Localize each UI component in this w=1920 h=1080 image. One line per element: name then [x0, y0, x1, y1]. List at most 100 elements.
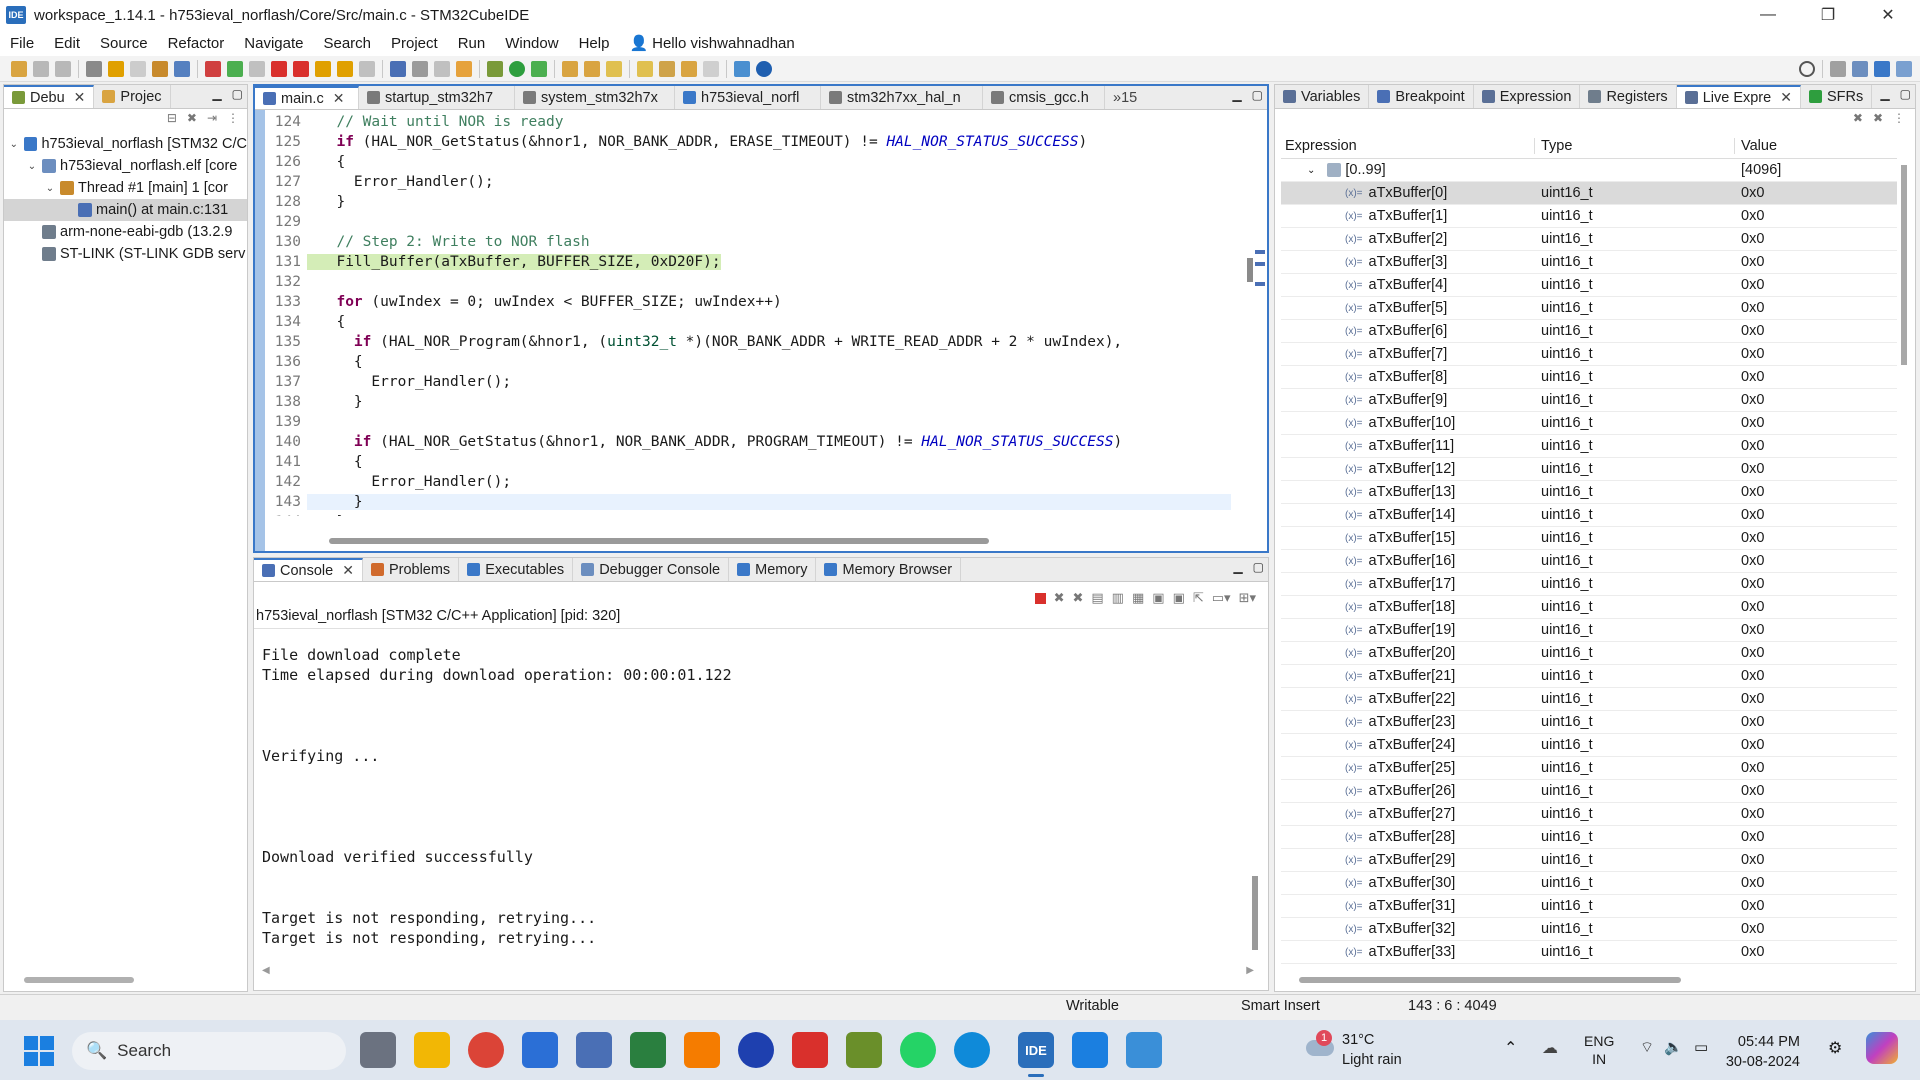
microsoft-store-icon[interactable] — [522, 1032, 558, 1068]
expand-toggle-icon[interactable]: ⌄ — [26, 161, 38, 172]
system-clock[interactable]: 05:44 PM 30-08-2024 — [1724, 1032, 1800, 1072]
expression-row[interactable]: (x)= aTxBuffer[6] uint16_t 0x0 — [1281, 320, 1897, 343]
expression-row[interactable]: (x)= aTxBuffer[25] uint16_t 0x0 — [1281, 757, 1897, 780]
weather-widget-icon[interactable]: 1 — [1302, 1030, 1336, 1064]
tab-cmsis-gcc-h[interactable]: cmsis_gcc.h — [983, 86, 1105, 109]
tab-h753ieval-norfl[interactable]: h753ieval_norfl — [675, 86, 821, 109]
status-insert-mode[interactable]: Smart Insert — [1241, 998, 1320, 1014]
expr-hscrollbar[interactable] — [1299, 977, 1681, 983]
volume-icon[interactable]: 🔈 — [1664, 1038, 1683, 1056]
run-icon[interactable] — [509, 60, 525, 77]
scroll-right-icon[interactable]: ▶ — [1246, 965, 1254, 976]
expression-row[interactable]: (x)= aTxBuffer[14] uint16_t 0x0 — [1281, 504, 1897, 527]
open-type-icon[interactable] — [562, 60, 578, 77]
close-window-button[interactable]: ✕ — [1860, 0, 1916, 30]
menu-run[interactable]: Run — [448, 35, 496, 52]
tab-registers[interactable]: Registers — [1580, 85, 1677, 108]
tab-expressions[interactable]: Expression — [1474, 85, 1581, 108]
menu-window[interactable]: Window — [495, 35, 568, 52]
tab-main-c[interactable]: main.c ✕ — [255, 86, 359, 109]
new-icon[interactable] — [11, 60, 27, 77]
code-line[interactable]: 141 { — [265, 452, 1231, 472]
expression-row[interactable]: (x)= aTxBuffer[26] uint16_t 0x0 — [1281, 780, 1897, 803]
info-icon[interactable] — [756, 60, 772, 77]
expression-row[interactable]: (x)= aTxBuffer[32] uint16_t 0x0 — [1281, 918, 1897, 941]
expression-row[interactable]: (x)= aTxBuffer[9] uint16_t 0x0 — [1281, 389, 1897, 412]
open-console-icon[interactable]: ⊞▾ — [1239, 590, 1256, 606]
windows-start-icon[interactable] — [24, 1036, 54, 1066]
menu-help[interactable]: Help — [569, 35, 620, 52]
tab-sfrs[interactable]: SFRs — [1801, 85, 1873, 108]
remove-expression-icon[interactable]: ✖ — [1853, 111, 1863, 125]
column-value[interactable]: Value — [1735, 138, 1777, 154]
tab-memory[interactable]: Memory — [729, 558, 817, 581]
search-toolbar-icon[interactable] — [606, 60, 622, 77]
code-line[interactable]: 143 } — [265, 492, 1231, 512]
code-line[interactable]: 128 } — [265, 192, 1231, 212]
expression-row[interactable]: (x)= aTxBuffer[0] uint16_t 0x0 — [1281, 182, 1897, 205]
expression-row[interactable]: (x)= aTxBuffer[27] uint16_t 0x0 — [1281, 803, 1897, 826]
view-menu-icon[interactable]: ⋮ — [227, 111, 239, 125]
expression-row[interactable]: (x)= aTxBuffer[11] uint16_t 0x0 — [1281, 435, 1897, 458]
perspective-debug-icon[interactable] — [1852, 60, 1868, 77]
tab-console[interactable]: Console ✕ — [254, 558, 363, 581]
menu-file[interactable]: File — [0, 35, 44, 52]
menu-source[interactable]: Source — [90, 35, 158, 52]
undo-icon[interactable] — [108, 60, 124, 77]
expression-group-row[interactable]: ⌄ [0..99] [4096] — [1281, 159, 1897, 182]
show-on-output-icon[interactable]: ▣ — [1152, 590, 1164, 606]
remove-terminated-icon[interactable]: ✖ — [187, 111, 197, 125]
minimize-view-icon[interactable]: ▁ — [1233, 560, 1242, 574]
open-perspective-icon[interactable] — [734, 60, 750, 77]
expression-row[interactable]: (x)= aTxBuffer[29] uint16_t 0x0 — [1281, 849, 1897, 872]
settings-gear-icon[interactable]: ⚙ — [1828, 1038, 1842, 1058]
chrome-icon[interactable] — [468, 1032, 504, 1068]
minimize-button[interactable]: — — [1740, 0, 1796, 30]
debug-tree-item[interactable]: ⌄ h753ieval_norflash [STM32 C/C — [4, 133, 247, 155]
menu-project[interactable]: Project — [381, 35, 448, 52]
expression-row[interactable]: (x)= aTxBuffer[15] uint16_t 0x0 — [1281, 527, 1897, 550]
code-line[interactable]: 140 if (HAL_NOR_GetStatus(&hnor1, NOR_BA… — [265, 432, 1231, 452]
resume-icon[interactable] — [227, 60, 243, 77]
file-explorer-icon[interactable] — [414, 1032, 450, 1068]
tab-live-expressions[interactable]: Live Expre ✕ — [1676, 85, 1801, 108]
tab-memory-browser[interactable]: Memory Browser — [816, 558, 962, 581]
tab-startup-stm32h7[interactable]: startup_stm32h7 — [359, 86, 515, 109]
expression-row[interactable]: (x)= aTxBuffer[31] uint16_t 0x0 — [1281, 895, 1897, 918]
task-view-icon[interactable] — [360, 1032, 396, 1068]
tab-overflow-indicator[interactable]: »15 — [1105, 86, 1145, 109]
menu-navigate[interactable]: Navigate — [234, 35, 313, 52]
debug-icon[interactable] — [487, 60, 503, 77]
battery-icon[interactable]: ▭ — [1694, 1038, 1708, 1056]
expression-row[interactable]: (x)= aTxBuffer[17] uint16_t 0x0 — [1281, 573, 1897, 596]
editor-vscroll-thumb[interactable] — [1247, 258, 1253, 282]
restart-icon[interactable] — [412, 60, 428, 77]
notes-app-icon[interactable] — [1072, 1032, 1108, 1068]
save-icon[interactable] — [33, 60, 49, 77]
close-tab-icon[interactable]: ✕ — [342, 562, 354, 579]
show-on-error-icon[interactable]: ▣ — [1173, 590, 1185, 606]
run-external-tools-icon[interactable] — [531, 60, 547, 77]
code-line[interactable]: 142 Error_Handler(); — [265, 472, 1231, 492]
expression-row[interactable]: (x)= aTxBuffer[12] uint16_t 0x0 — [1281, 458, 1897, 481]
column-type[interactable]: Type — [1535, 137, 1735, 154]
code-line[interactable]: 129 — [265, 212, 1231, 232]
expression-row[interactable]: (x)= aTxBuffer[24] uint16_t 0x0 — [1281, 734, 1897, 757]
step-return-icon[interactable] — [359, 60, 375, 77]
expression-row[interactable]: (x)= aTxBuffer[22] uint16_t 0x0 — [1281, 688, 1897, 711]
drop-frame-icon[interactable] — [434, 60, 450, 77]
language-indicator[interactable]: ENG IN — [1584, 1032, 1614, 1068]
code-line[interactable]: 126 { — [265, 152, 1231, 172]
editor-hscrollbar[interactable] — [329, 538, 989, 544]
expression-row[interactable]: (x)= aTxBuffer[4] uint16_t 0x0 — [1281, 274, 1897, 297]
debug-tree-item[interactable]: arm-none-eabi-gdb (13.2.9 — [4, 221, 247, 243]
copilot-icon[interactable] — [1866, 1032, 1898, 1064]
connect-icon[interactable] — [205, 60, 221, 77]
code-line[interactable]: 144 } — [265, 512, 1231, 516]
redo-icon[interactable] — [130, 60, 146, 77]
expand-toggle-icon[interactable]: ⌄ — [8, 139, 20, 150]
display-console-icon[interactable]: ▭▾ — [1212, 590, 1231, 606]
stm32cubeide-taskbar-icon[interactable]: IDE — [1018, 1032, 1054, 1068]
terminate-console-icon[interactable] — [1034, 592, 1046, 604]
code-line[interactable]: 124 // Wait until NOR is ready — [265, 112, 1231, 132]
